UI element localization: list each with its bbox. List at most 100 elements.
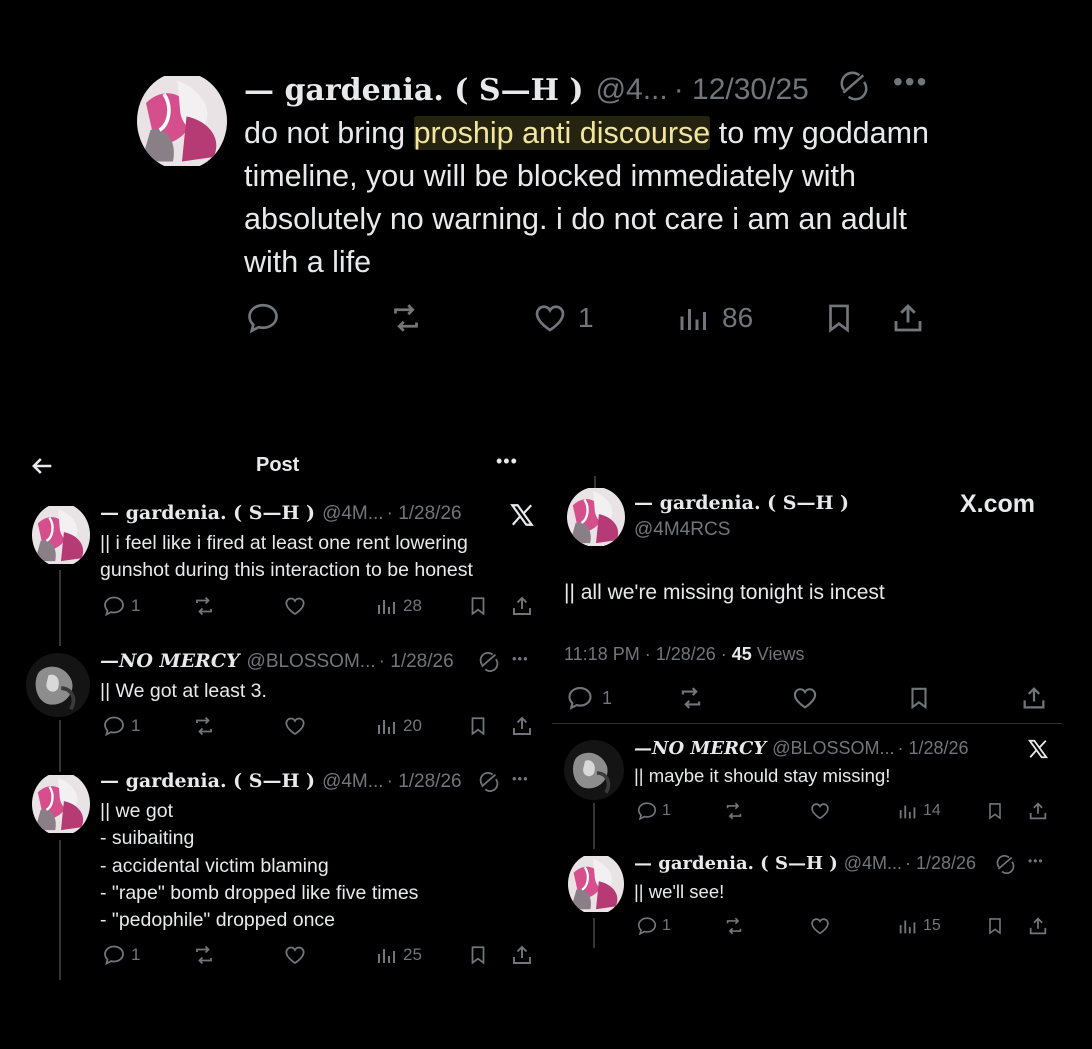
like-button[interactable] xyxy=(809,915,831,937)
share-button[interactable] xyxy=(1027,915,1049,937)
author-name[interactable]: — gardenia. ( S—H ) xyxy=(634,853,838,874)
like-button[interactable] xyxy=(791,684,819,712)
reply-button[interactable]: 1 xyxy=(102,594,140,618)
like-button[interactable] xyxy=(809,800,831,822)
author-handle[interactable]: @BLOSSOM... xyxy=(247,651,376,673)
grok-icon[interactable] xyxy=(478,771,500,793)
share-icon xyxy=(1020,684,1048,712)
share-button[interactable] xyxy=(510,594,534,618)
share-icon xyxy=(1027,800,1049,822)
reply-count: 1 xyxy=(131,596,141,615)
views-button[interactable]: 28 xyxy=(375,594,422,618)
repost-icon xyxy=(722,800,746,822)
thread-line xyxy=(593,918,595,948)
more-icon[interactable]: ••• xyxy=(893,66,928,98)
share-button[interactable] xyxy=(510,943,534,967)
share-icon xyxy=(890,300,926,336)
grok-icon[interactable] xyxy=(838,70,870,102)
like-button[interactable] xyxy=(283,594,307,618)
bookmark-button[interactable] xyxy=(985,800,1005,822)
bookmark-button[interactable] xyxy=(467,714,489,738)
avatar[interactable] xyxy=(32,503,90,567)
post-date[interactable]: · 1/28/26 xyxy=(387,771,462,793)
reply-button[interactable] xyxy=(245,300,281,336)
avatar[interactable] xyxy=(137,72,227,170)
grok-icon[interactable] xyxy=(478,651,500,673)
author-handle[interactable]: @BLOSSOM... xyxy=(772,738,894,759)
post-text: || we'll see! xyxy=(634,881,725,902)
views-button[interactable]: 25 xyxy=(375,943,422,967)
author-name[interactable]: —NO MERCY xyxy=(634,738,766,759)
views-button[interactable]: 14 xyxy=(897,800,941,822)
author-handle[interactable]: @4M4RCS xyxy=(634,519,730,541)
author-name[interactable]: — gardenia. ( S—H ) xyxy=(634,492,849,514)
author-handle[interactable]: @4M... xyxy=(322,771,384,793)
repost-button[interactable] xyxy=(676,684,706,712)
bookmark-button[interactable] xyxy=(822,300,856,336)
more-icon[interactable]: ••• xyxy=(512,771,529,786)
views-icon xyxy=(375,594,399,618)
post-text: || all we're missing tonight is incest xyxy=(564,581,885,604)
views-button[interactable]: 86 xyxy=(676,300,753,336)
view-count: 14 xyxy=(923,802,941,819)
repost-icon xyxy=(191,714,217,738)
reply-button[interactable]: 1 xyxy=(566,684,612,712)
reply-button[interactable]: 1 xyxy=(102,714,140,738)
more-icon[interactable]: ••• xyxy=(512,651,529,666)
post-header: —NO MERCY @BLOSSOM... · 1/28/26 xyxy=(100,650,454,673)
bookmark-button[interactable] xyxy=(906,684,932,712)
share-button[interactable] xyxy=(510,714,534,738)
post-time[interactable]: 11:18 PM · 1/28/26 · xyxy=(564,644,732,664)
like-button[interactable]: 1 xyxy=(532,300,594,336)
author-handle[interactable]: @4... xyxy=(596,73,668,107)
share-button[interactable] xyxy=(1027,800,1049,822)
author-name[interactable]: — gardenia. ( S—H ) xyxy=(100,770,315,792)
back-arrow-icon[interactable] xyxy=(28,452,56,480)
repost-button[interactable] xyxy=(722,800,746,822)
bookmark-button[interactable] xyxy=(467,943,489,967)
repost-icon xyxy=(722,915,746,937)
author-name[interactable]: — gardenia. ( S—H ) xyxy=(100,502,315,524)
more-icon[interactable]: ••• xyxy=(496,451,518,472)
author-handle[interactable]: @4M... xyxy=(322,503,384,525)
post-date[interactable]: · 1/28/26 xyxy=(387,503,462,525)
reply-button[interactable]: 1 xyxy=(636,800,671,822)
repost-button[interactable] xyxy=(191,594,217,618)
reply-button[interactable]: 1 xyxy=(102,943,140,967)
post-text-line: - "rape" bomb dropped like five times xyxy=(100,881,419,904)
repost-button[interactable] xyxy=(722,915,746,937)
like-button[interactable] xyxy=(283,714,307,738)
repost-button[interactable] xyxy=(191,714,217,738)
heart-icon xyxy=(809,915,831,937)
post-date[interactable]: · 12/30/25 xyxy=(674,73,809,107)
views-button[interactable]: 20 xyxy=(375,714,422,738)
author-name[interactable]: — gardenia. ( S—H ) xyxy=(244,73,584,108)
like-button[interactable] xyxy=(283,943,307,967)
views-count: 45 xyxy=(731,644,752,664)
share-button[interactable] xyxy=(1020,684,1048,712)
avatar[interactable] xyxy=(26,653,90,717)
avatar[interactable] xyxy=(567,487,625,547)
thread-line xyxy=(59,570,61,646)
bookmark-button[interactable] xyxy=(985,915,1005,937)
reply-button[interactable]: 1 xyxy=(636,915,671,937)
avatar[interactable] xyxy=(32,772,90,836)
author-handle[interactable]: @4M... xyxy=(844,853,902,874)
post-date[interactable]: · 1/28/26 xyxy=(898,738,969,759)
more-icon[interactable]: ••• xyxy=(1028,854,1044,868)
heart-icon xyxy=(283,714,307,738)
avatar[interactable] xyxy=(564,740,624,800)
repost-button[interactable] xyxy=(386,300,426,336)
bookmark-button[interactable] xyxy=(467,594,489,618)
avatar[interactable] xyxy=(568,853,624,915)
view-count: 86 xyxy=(722,302,754,333)
author-name[interactable]: —NO MERCY xyxy=(100,650,240,672)
grok-icon[interactable] xyxy=(995,854,1016,875)
post-date[interactable]: · 1/28/26 xyxy=(905,853,976,874)
repost-button[interactable] xyxy=(191,943,217,967)
share-button[interactable] xyxy=(890,300,926,336)
heart-icon xyxy=(791,684,819,712)
views-button[interactable]: 15 xyxy=(897,915,941,937)
post-date[interactable]: · 1/28/26 xyxy=(379,651,454,673)
view-count: 20 xyxy=(403,716,422,735)
